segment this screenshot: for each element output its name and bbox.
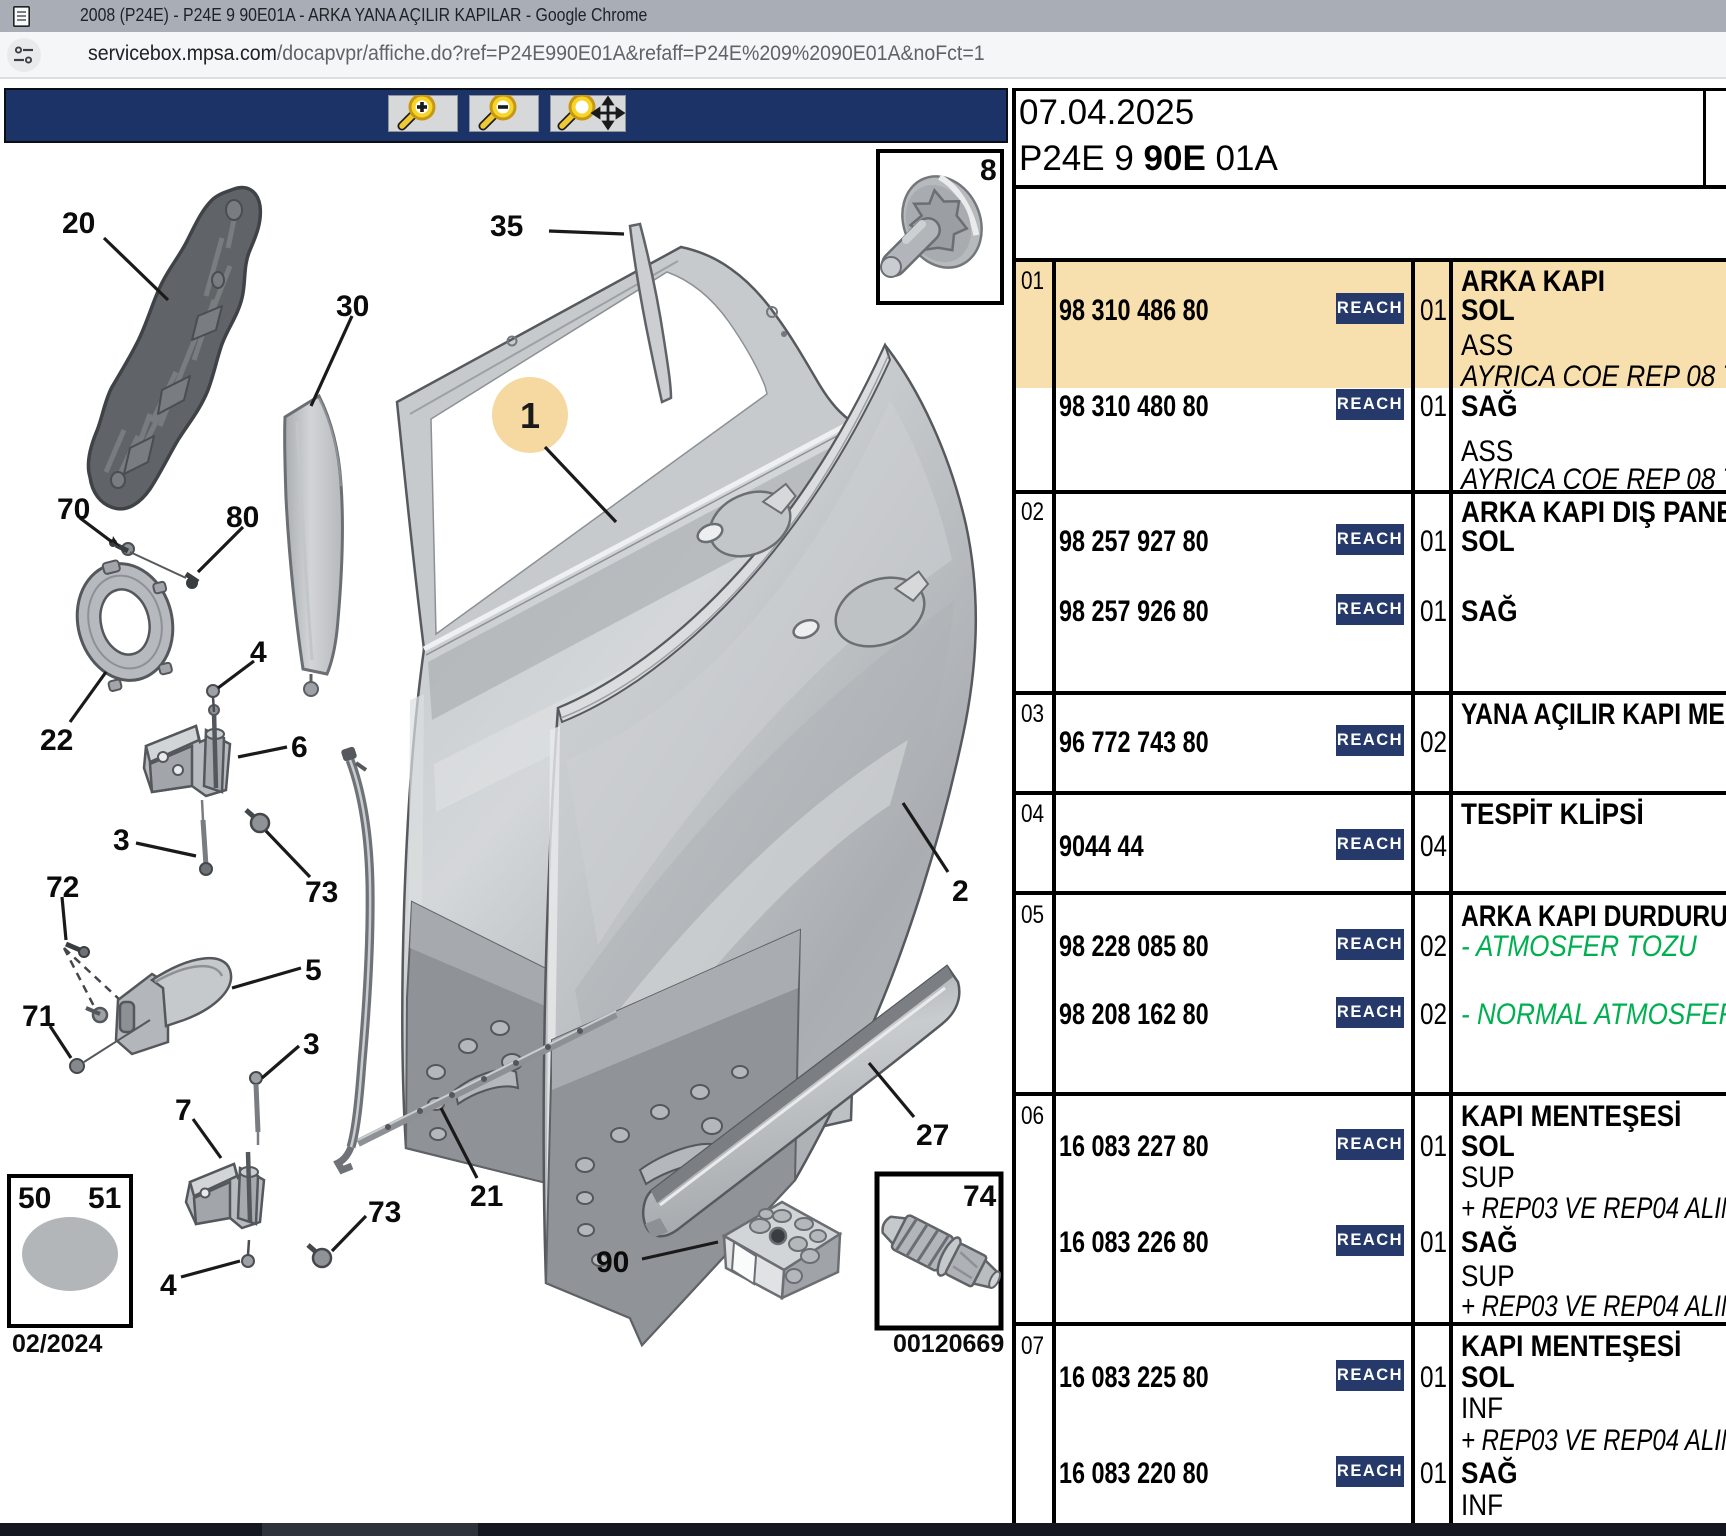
svg-text:4: 4 (250, 636, 267, 669)
svg-text:30: 30 (336, 290, 369, 323)
svg-text:73: 73 (305, 876, 338, 909)
svg-text:1: 1 (520, 395, 540, 436)
svg-text:73: 73 (368, 1196, 401, 1229)
svg-text:20: 20 (62, 207, 95, 240)
svg-text:8: 8 (980, 154, 997, 187)
svg-text:4: 4 (160, 1269, 177, 1302)
svg-text:6: 6 (291, 731, 308, 764)
svg-text:35: 35 (490, 210, 523, 243)
svg-text:5: 5 (305, 954, 322, 987)
svg-text:72: 72 (46, 871, 79, 904)
svg-text:3: 3 (303, 1028, 320, 1061)
svg-text:80: 80 (226, 501, 259, 534)
svg-text:00120669: 00120669 (893, 1330, 1004, 1358)
svg-text:02/2024: 02/2024 (12, 1330, 102, 1358)
svg-text:22: 22 (40, 724, 73, 757)
svg-text:21: 21 (470, 1180, 503, 1213)
svg-text:71: 71 (22, 1000, 55, 1033)
svg-text:50: 50 (18, 1182, 51, 1215)
svg-text:7: 7 (175, 1094, 192, 1127)
svg-text:2: 2 (952, 875, 969, 908)
svg-text:74: 74 (963, 1180, 997, 1213)
svg-text:3: 3 (113, 824, 130, 857)
svg-text:70: 70 (57, 493, 90, 526)
svg-text:90: 90 (596, 1246, 629, 1279)
svg-text:27: 27 (916, 1119, 949, 1152)
svg-text:51: 51 (88, 1182, 121, 1215)
